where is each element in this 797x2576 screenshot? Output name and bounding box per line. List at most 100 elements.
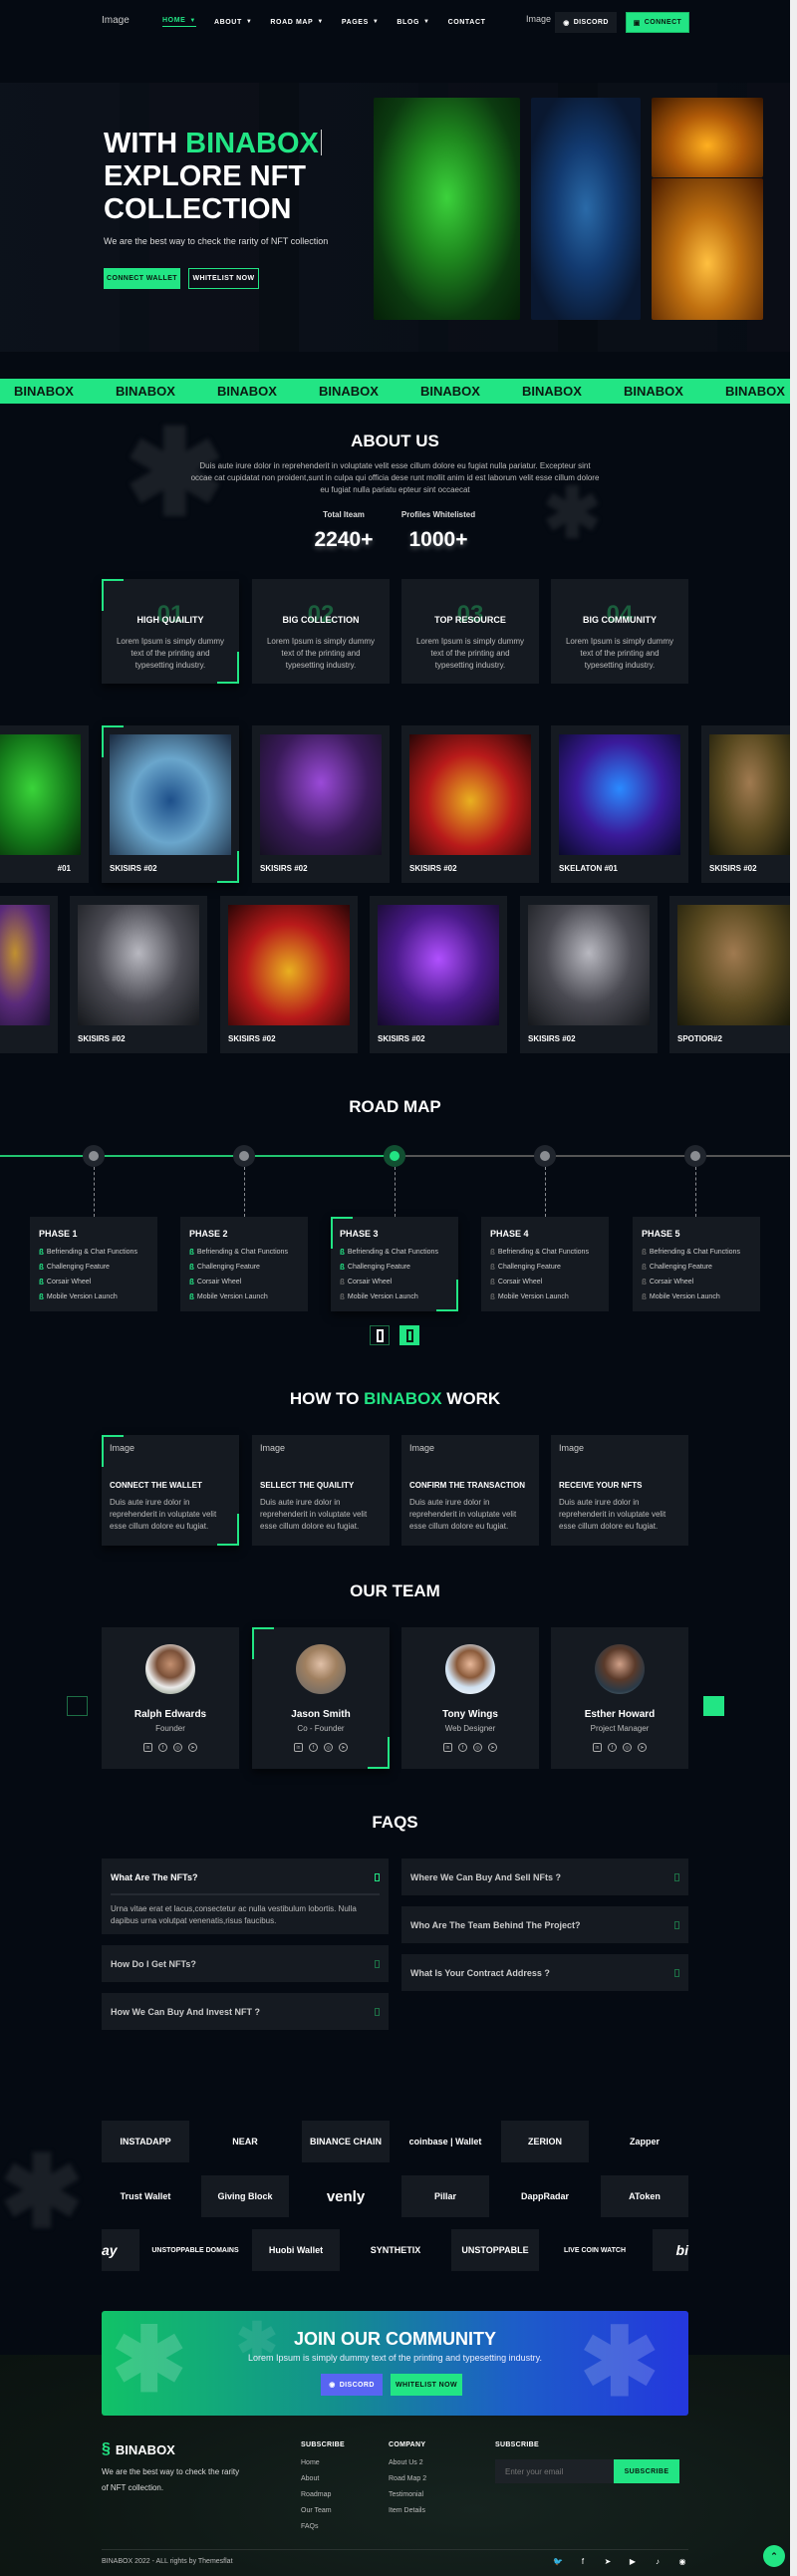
connect-button[interactable]: ▣ CONNECT xyxy=(626,12,689,33)
faq-item[interactable]: How Do I Get NFTs? xyxy=(102,1945,389,1982)
nav-item-pages[interactable]: PAGES ▼ xyxy=(342,17,380,27)
facebook-icon[interactable]: f xyxy=(309,1743,318,1752)
email-input[interactable] xyxy=(495,2459,614,2483)
community-whitelist-button[interactable]: WHITELIST NOW xyxy=(391,2374,462,2396)
nav-item-home[interactable]: HOME ▼ xyxy=(162,17,196,27)
partner-logo-zapper[interactable]: Zapper xyxy=(601,2121,688,2162)
nft-card[interactable]: SKISIRS #02 xyxy=(102,725,239,883)
nft-card[interactable]: SKISIRS #02 xyxy=(520,896,658,1053)
nft-card[interactable]: SPOTIOR#2 xyxy=(669,896,790,1053)
telegram-icon[interactable]: ➤ xyxy=(603,2557,613,2566)
faq-question[interactable]: What Are The NFTs? xyxy=(111,1859,380,1895)
roadmap-page-2[interactable] xyxy=(399,1325,419,1345)
footer-link[interactable]: FAQs xyxy=(301,2523,319,2530)
collapse-icon[interactable] xyxy=(375,1872,380,1881)
faq-item[interactable]: Who Are The Team Behind The Project? xyxy=(401,1906,688,1943)
faq-question[interactable]: What Is Your Contract Address ? xyxy=(410,1954,679,1991)
roadmap-dot[interactable] xyxy=(534,1145,556,1167)
partner-logo-synthetix[interactable]: SYNTHETIX xyxy=(352,2229,439,2271)
footer-link[interactable]: About xyxy=(301,2475,319,2482)
facebook-icon[interactable]: f xyxy=(608,1743,617,1752)
nav-item-blog[interactable]: BLOG ▼ xyxy=(397,17,429,27)
faq-question[interactable]: How We Can Buy And Invest NFT ? xyxy=(111,1993,380,2030)
partner-logo-venly[interactable]: venly xyxy=(302,2175,390,2217)
scroll-to-top-button[interactable]: ⌃ xyxy=(763,2545,785,2567)
youtube-icon[interactable]: ▶ xyxy=(628,2557,638,2566)
instagram-icon[interactable]: ◎ xyxy=(324,1743,333,1752)
partner-logo-ay[interactable]: ay xyxy=(102,2229,139,2271)
footer-link[interactable]: About Us 2 xyxy=(389,2459,423,2466)
roadmap-dot[interactable] xyxy=(684,1145,706,1167)
discord-icon[interactable]: ◉ xyxy=(677,2557,687,2566)
partner-logo-dappradar[interactable]: DappRadar xyxy=(501,2175,589,2217)
instagram-icon[interactable]: ◎ xyxy=(473,1743,482,1752)
faq-item[interactable]: What Are The NFTs? Urna vitae erat et lac… xyxy=(102,1859,389,1934)
linkedin-icon[interactable]: in xyxy=(143,1743,152,1752)
nft-card[interactable]: SKISIRS #02 xyxy=(220,896,358,1053)
roadmap-page-1[interactable] xyxy=(370,1325,390,1345)
partner-logo-live-coin-watch[interactable]: LIVE COIN WATCH xyxy=(551,2229,639,2271)
faq-question[interactable]: How Do I Get NFTs? xyxy=(111,1945,380,1982)
linkedin-icon[interactable]: in xyxy=(443,1743,452,1752)
telegram-icon[interactable]: ➤ xyxy=(339,1743,348,1752)
faq-item[interactable]: What Is Your Contract Address ? xyxy=(401,1954,688,1991)
roadmap-dot[interactable] xyxy=(384,1145,405,1167)
footer-link[interactable]: Item Details xyxy=(389,2507,425,2514)
faq-item[interactable]: Where We Can Buy And Sell NFts ? xyxy=(401,1859,688,1895)
nft-card[interactable]: SKELATON #01 xyxy=(551,725,688,883)
footer-link[interactable]: Road Map 2 xyxy=(389,2475,426,2482)
partner-logo-zerion[interactable]: ZERION xyxy=(501,2121,589,2162)
footer-link[interactable]: Testimonial xyxy=(389,2491,423,2498)
whitelist-now-button[interactable]: WHITELIST NOW xyxy=(188,268,259,289)
telegram-icon[interactable]: ➤ xyxy=(638,1743,647,1752)
partner-logo-trust-wallet[interactable]: Trust Wallet xyxy=(102,2175,189,2217)
expand-icon[interactable] xyxy=(674,1968,679,1977)
expand-icon[interactable] xyxy=(375,2007,380,2016)
linkedin-icon[interactable]: in xyxy=(294,1743,303,1752)
instagram-icon[interactable]: ◎ xyxy=(173,1743,182,1752)
footer-logo[interactable]: § BINABOX xyxy=(102,2440,175,2458)
facebook-icon[interactable]: f xyxy=(578,2557,588,2566)
roadmap-dot[interactable] xyxy=(83,1145,105,1167)
partner-logo-near[interactable]: NEAR xyxy=(201,2121,289,2162)
nft-card[interactable]: SKISIRS #02 xyxy=(370,896,507,1053)
expand-icon[interactable] xyxy=(375,1959,380,1968)
nav-item-contact[interactable]: CONTACT xyxy=(448,17,486,27)
linkedin-icon[interactable]: in xyxy=(593,1743,602,1752)
footer-link[interactable]: Home xyxy=(301,2459,320,2466)
twitter-icon[interactable]: 🐦 xyxy=(553,2557,563,2566)
footer-link[interactable]: Our Team xyxy=(301,2507,332,2514)
discord-button[interactable]: ◉ DISCORD xyxy=(555,12,617,33)
facebook-icon[interactable]: f xyxy=(458,1743,467,1752)
nft-card[interactable]: SKISIRS #02 xyxy=(701,725,790,883)
nav-item-road-map[interactable]: ROAD MAP ▼ xyxy=(270,17,323,27)
partner-logo-instadapp[interactable]: INSTADAPP xyxy=(102,2121,189,2162)
tiktok-icon[interactable]: ♪ xyxy=(653,2557,663,2566)
partner-logo-giving-block[interactable]: Giving Block xyxy=(201,2175,289,2217)
logo-image[interactable]: Image xyxy=(102,15,130,26)
community-discord-button[interactable]: ◉ DISCORD xyxy=(321,2374,383,2396)
faq-question[interactable]: Who Are The Team Behind The Project? xyxy=(410,1906,679,1943)
partner-logo-bi[interactable]: bi xyxy=(653,2229,688,2271)
nft-card[interactable]: SKISIRS #02 xyxy=(252,725,390,883)
partner-logo-unstoppable[interactable]: UNSTOPPABLE xyxy=(451,2229,539,2271)
faq-item[interactable]: How We Can Buy And Invest NFT ? xyxy=(102,1993,389,2030)
partner-logo-huobi-wallet[interactable]: Huobi Wallet xyxy=(252,2229,340,2271)
nft-card[interactable]: SKISIRS #02 xyxy=(70,896,207,1053)
expand-icon[interactable] xyxy=(674,1872,679,1881)
team-next-arrow[interactable] xyxy=(703,1696,724,1716)
nft-card[interactable]: SKISIRS #02 xyxy=(401,725,539,883)
footer-link[interactable]: Roadmap xyxy=(301,2491,331,2498)
telegram-icon[interactable]: ➤ xyxy=(488,1743,497,1752)
partner-logo-coinbase-wallet[interactable]: coinbase | Wallet xyxy=(401,2121,489,2162)
instagram-icon[interactable]: ◎ xyxy=(623,1743,632,1752)
telegram-icon[interactable]: ➤ xyxy=(188,1743,197,1752)
nft-card[interactable]: #01 xyxy=(0,725,89,883)
faq-question[interactable]: Where We Can Buy And Sell NFts ? xyxy=(410,1859,679,1895)
roadmap-dot[interactable] xyxy=(233,1145,255,1167)
partner-logo-atoken[interactable]: AToken xyxy=(601,2175,688,2217)
nav-item-about[interactable]: ABOUT ▼ xyxy=(214,17,252,27)
partner-logo-binance-chain[interactable]: BINANCE CHAIN xyxy=(302,2121,390,2162)
partner-logo-pillar[interactable]: Pillar xyxy=(401,2175,489,2217)
facebook-icon[interactable]: f xyxy=(158,1743,167,1752)
